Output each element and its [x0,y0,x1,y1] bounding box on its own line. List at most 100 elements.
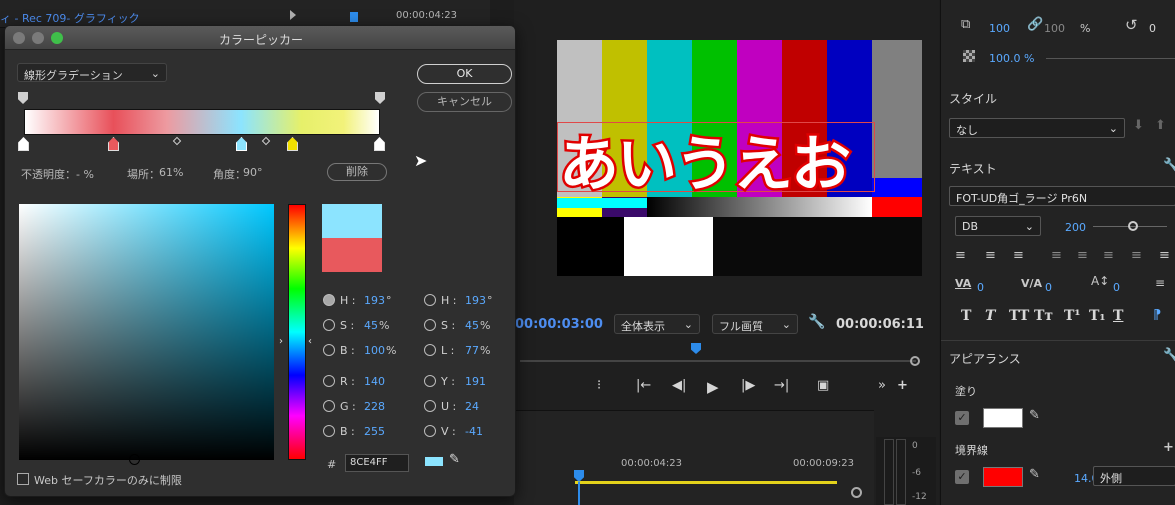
opacity-slider[interactable] [1046,58,1175,59]
eyedropper-icon[interactable]: ✎ [1029,467,1040,482]
hue-slider[interactable] [288,204,306,460]
align-left-icon[interactable]: ≡ [955,248,966,263]
dialog-titlebar[interactable]: カラーピッカー [5,26,515,50]
color-stop[interactable] [108,137,119,151]
go-to-out-icon[interactable]: →| [774,378,789,393]
play-icon[interactable]: ▶ [707,378,719,396]
work-area-bar[interactable] [575,481,837,484]
add-stroke-icon[interactable]: + [1163,440,1174,455]
opacity-stop-left[interactable] [18,92,28,104]
go-to-in-icon[interactable]: |← [636,378,651,393]
color-stop-selected[interactable] [236,137,247,151]
scale-value-2[interactable]: 100 [1044,22,1065,35]
arrow-down-icon[interactable]: ⬇ [1133,118,1144,133]
justify-all-icon[interactable]: ≡ [1131,248,1142,263]
radio-hsb-b[interactable] [323,344,335,356]
delete-stop-button[interactable]: 削除 [327,163,387,181]
scale-value[interactable]: 100 [989,22,1010,35]
small-caps-icon[interactable]: Tᴛ [1034,308,1053,324]
align-top-icon[interactable]: ≡ [1159,248,1170,263]
hex-input[interactable]: 8CE4FF [345,454,409,472]
radio-hsb-h[interactable] [323,294,335,306]
midpoint-diamond[interactable] [172,136,182,146]
gradient-bar[interactable] [24,109,380,135]
radio-hsl-s[interactable] [424,319,436,331]
font-size-value[interactable]: 200 [1065,221,1086,234]
gradient-type-select[interactable]: 線形グラデーション ⌄ [17,63,167,82]
video-frame[interactable]: あいうえお [557,40,922,276]
eyedropper-icon[interactable]: ✎ [1029,408,1040,423]
weight-select[interactable]: DB ⌄ [955,216,1041,236]
location-value[interactable]: 61 [159,166,173,179]
more-icon[interactable]: » [878,378,886,393]
tracking-value[interactable]: 0 [1045,281,1052,294]
underline-icon[interactable]: T [1113,308,1123,324]
justify-right-icon[interactable]: ≡ [1103,248,1114,263]
value-hsb-b[interactable]: 100 [364,344,385,357]
radio-rgb-b[interactable] [323,425,335,437]
value-hsl-l[interactable]: 77 [465,344,479,357]
justify-center-icon[interactable]: ≡ [1077,248,1088,263]
arrow-up-icon[interactable]: ⬆ [1155,118,1166,133]
zoom-select[interactable]: 全体表示 ⌄ [614,314,700,334]
current-timecode[interactable]: 00:00:03:00 [515,317,603,332]
value-hsb-h[interactable]: 193 [364,294,385,307]
step-forward-icon[interactable]: |▶ [741,378,755,393]
play-triangle-icon[interactable] [290,10,296,20]
wrench-icon[interactable]: 🔧 [1163,158,1175,173]
value-yuv-u[interactable]: 24 [465,400,479,413]
color-field-marker[interactable] [129,454,140,465]
superscript-icon[interactable]: T¹ [1064,308,1081,324]
sequence-name[interactable]: ィ - Rec 709- グラフィック [0,10,140,26]
mark-clip-icon[interactable]: ⁝ [597,378,601,393]
all-caps-icon[interactable]: TT [1009,308,1029,324]
color-stop[interactable] [374,137,385,151]
value-hsl-h[interactable]: 193 [465,294,486,307]
radio-hsl-l[interactable] [424,344,436,356]
monitor-zoom-knob[interactable] [910,356,920,366]
radio-rgb-g[interactable] [323,400,335,412]
timeline-zoom-knob[interactable] [851,487,862,498]
value-hsl-s[interactable]: 45 [465,319,479,332]
align-right-icon[interactable]: ≡ [1013,248,1024,263]
stroke-color-swatch[interactable] [983,467,1023,487]
opacity-value[interactable]: 100.0 % [989,52,1034,65]
angle-value[interactable]: 90 [243,166,257,179]
rotate-icon[interactable]: ↺ [1125,16,1138,34]
export-frame-icon[interactable]: ▣ [817,378,829,393]
step-back-icon[interactable]: ◀| [672,378,686,393]
quality-select[interactable]: フル画質 ⌄ [712,314,798,334]
ok-button[interactable]: OK [417,64,512,84]
stroke-position-select[interactable]: 外側 [1093,466,1175,486]
fill-color-swatch[interactable] [983,408,1023,428]
font-select[interactable]: FOT-UD角ゴ_ラージ Pr6N [949,186,1175,206]
wrench-icon[interactable]: 🔧 [808,314,825,330]
value-rgb-b[interactable]: 255 [364,425,385,438]
source-playhead[interactable] [350,12,358,22]
wrench-icon[interactable]: 🔧 [1163,348,1175,363]
value-hsb-s[interactable]: 45 [364,319,378,332]
text-direction-icon[interactable]: ⁋ [1153,308,1161,323]
subscript-icon[interactable]: T₁ [1089,308,1106,324]
align-center-icon[interactable]: ≡ [985,248,996,263]
stroke-checkbox[interactable]: ✓ [955,470,969,484]
radio-hsb-s[interactable] [323,319,335,331]
radio-yuv-u[interactable] [424,400,436,412]
fill-checkbox[interactable]: ✓ [955,411,969,425]
radio-rgb-r[interactable] [323,375,335,387]
opacity-stop-right[interactable] [375,92,385,104]
caption-text[interactable]: あいうえお [557,116,854,203]
original-color-swatch[interactable] [322,238,382,272]
justify-left-icon[interactable]: ≡ [1051,248,1062,263]
italic-icon[interactable]: T [985,308,995,324]
value-yuv-v[interactable]: -41 [465,425,483,438]
value-rgb-r[interactable]: 140 [364,375,385,388]
color-stop[interactable] [18,137,29,151]
monitor-timeline-bar[interactable] [520,360,916,362]
rotation-value[interactable]: 0 [1149,22,1156,35]
link-icon[interactable]: 🔗 [1027,17,1043,32]
midpoint-diamond[interactable] [261,136,271,146]
color-stop[interactable] [287,137,298,151]
value-rgb-g[interactable]: 228 [364,400,385,413]
websafe-checkbox[interactable] [17,473,29,485]
